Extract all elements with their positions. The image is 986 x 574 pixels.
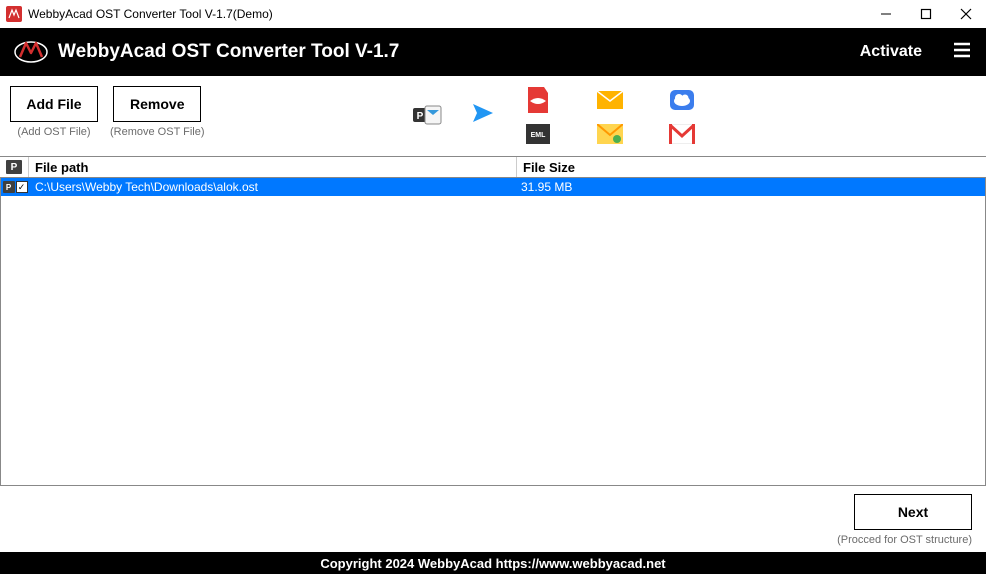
activate-button[interactable]: Activate xyxy=(860,43,922,61)
toolbar: Add File (Add OST File) Remove (Remove O… xyxy=(0,76,986,156)
row-size: 31.95 MB xyxy=(515,180,985,194)
file-list: P✓ C:\Users\Webby Tech\Downloads\alok.os… xyxy=(0,178,986,486)
table-header: P File path File Size xyxy=(0,156,986,178)
next-sub: (Procced for OST structure) xyxy=(837,534,972,546)
arrow-icon xyxy=(461,98,495,136)
cloud-icon xyxy=(669,87,695,113)
maximize-button[interactable] xyxy=(906,0,946,28)
footer: Copyright 2024 WebbyAcad https://www.web… xyxy=(0,552,986,574)
bottom-bar: Next (Procced for OST structure) xyxy=(0,486,986,552)
app-title: WebbyAcad OST Converter Tool V-1.7 xyxy=(58,41,860,63)
msg-icon xyxy=(597,121,623,147)
row-checkbox[interactable]: ✓ xyxy=(16,181,28,193)
add-file-button[interactable]: Add File xyxy=(10,86,98,122)
gmail-icon xyxy=(669,121,695,147)
eml-icon: EML xyxy=(525,121,551,147)
app-icon xyxy=(6,6,22,22)
logo-icon xyxy=(14,35,48,69)
pdf-icon xyxy=(525,87,551,113)
mail-orange-icon xyxy=(597,87,623,113)
table-row[interactable]: P✓ C:\Users\Webby Tech\Downloads\alok.os… xyxy=(1,178,985,196)
col-filepath[interactable]: File path xyxy=(28,157,516,177)
next-button[interactable]: Next xyxy=(854,494,972,530)
svg-text:EML: EML xyxy=(531,132,547,139)
menu-button[interactable] xyxy=(952,42,972,63)
row-path: C:\Users\Webby Tech\Downloads\alok.ost xyxy=(29,180,515,194)
table-header-badge: P xyxy=(0,157,28,177)
close-button[interactable] xyxy=(946,0,986,28)
app-header: WebbyAcad OST Converter Tool V-1.7 Activ… xyxy=(0,28,986,76)
row-badge: P✓ xyxy=(1,181,29,193)
remove-sub: (Remove OST File) xyxy=(110,126,205,138)
svg-text:P: P xyxy=(417,111,424,122)
footer-text: Copyright 2024 WebbyAcad https://www.web… xyxy=(320,556,665,571)
titlebar: WebbyAcad OST Converter Tool V-1.7(Demo) xyxy=(0,0,986,28)
conversion-icons: P EML xyxy=(217,86,976,148)
add-file-sub: (Add OST File) xyxy=(17,126,90,138)
minimize-button[interactable] xyxy=(866,0,906,28)
col-filesize[interactable]: File Size xyxy=(516,157,986,177)
pst-source-icon: P xyxy=(413,102,443,132)
window-title: WebbyAcad OST Converter Tool V-1.7(Demo) xyxy=(28,7,866,21)
remove-button[interactable]: Remove xyxy=(113,86,201,122)
